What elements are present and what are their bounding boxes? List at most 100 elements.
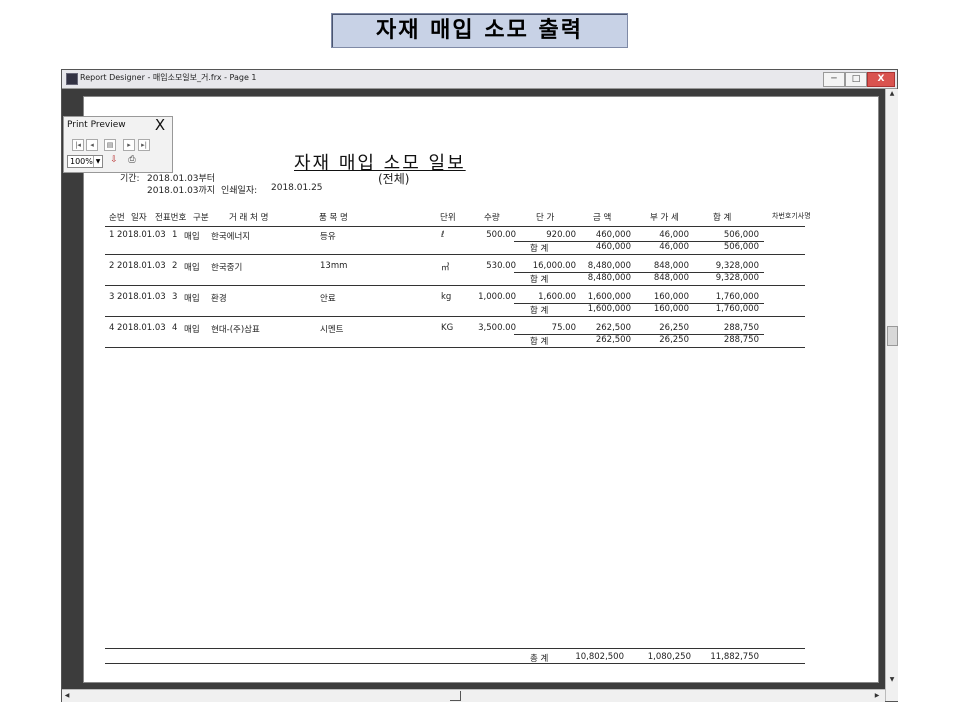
subtotal-total: 506,000 [723, 242, 759, 253]
maximize-button[interactable]: □ [845, 72, 867, 87]
row-slip: 4 [172, 323, 178, 333]
print-date: 2018.01.25 [271, 183, 323, 193]
row-unit: ℓ [441, 230, 445, 240]
row-vendor: 환경 [211, 294, 227, 304]
subtotal-label: 합 계 [530, 306, 549, 317]
row-date: 2018.01.03 [117, 292, 166, 302]
subtotal-amount: 1,600,000 [587, 304, 631, 315]
row-unit: kg [441, 292, 452, 302]
header-vendor: 거 래 처 명 [229, 213, 269, 223]
row-group-divider [105, 253, 805, 255]
grand-total-top-line [105, 648, 805, 649]
scroll-up-icon[interactable]: ▲ [887, 89, 897, 99]
subtotal-label: 합 계 [530, 337, 549, 348]
banner-title: 자재 매입 소모 출력 [376, 18, 583, 43]
row-price: 920.00 [546, 230, 576, 240]
header-unit: 단위 [440, 213, 456, 223]
subtotal-label: 합 계 [530, 275, 549, 286]
subtotal-amount: 262,500 [595, 335, 631, 346]
scroll-right-icon[interactable]: ▶ [872, 691, 882, 701]
page-setup-icon[interactable]: ▤ [104, 139, 116, 151]
vertical-scroll-thumb[interactable] [887, 326, 898, 346]
subtotal-total: 1,760,000 [715, 304, 759, 315]
prev-page-icon[interactable]: ◂ [86, 139, 98, 151]
scroll-down-icon[interactable]: ▼ [887, 675, 897, 685]
last-page-icon[interactable]: ▸| [138, 139, 150, 151]
row-seq: 4 [109, 323, 115, 333]
header-amount: 금 액 [593, 213, 612, 223]
row-type: 매입 [184, 263, 200, 273]
header-item: 품 목 명 [319, 213, 348, 223]
row-vendor: 한국중기 [211, 263, 243, 273]
report-subtitle: (전체) [378, 172, 410, 186]
row-group-divider [105, 315, 805, 317]
header-seq: 순번 [109, 213, 125, 223]
header-total: 합 계 [713, 213, 732, 223]
export-icon[interactable]: ⇩ [108, 155, 120, 166]
row-date: 2018.01.03 [117, 261, 166, 271]
row-vat: 848,000 [653, 261, 689, 271]
window-title: Report Designer - 매입소모일보_거.frx - Page 1 [80, 73, 257, 82]
row-vendor: 현대-(주)삼표 [211, 325, 260, 335]
first-page-icon[interactable]: |◂ [72, 139, 84, 151]
row-total: 288,750 [723, 323, 759, 333]
row-amount: 460,000 [595, 230, 631, 240]
row-seq: 1 [109, 230, 115, 240]
grand-total-amount: 10,802,500 [575, 652, 624, 662]
row-unit: ㎥ [441, 263, 450, 273]
subtotal-total: 288,750 [723, 335, 759, 346]
row-type: 매입 [184, 294, 200, 304]
grand-total-bottom-line [105, 663, 805, 664]
header-vat: 부 가 세 [650, 213, 679, 223]
zoom-select[interactable]: 100% ▼ [67, 155, 103, 168]
report-page: 자재 매입 소모 일보 (전체) 기간: 2018.01.03부터 2018.0… [83, 96, 879, 683]
app-icon [66, 73, 78, 85]
row-price: 75.00 [551, 323, 576, 333]
horizontal-scroll-thumb[interactable] [450, 691, 461, 701]
header-type: 구분 [193, 213, 209, 223]
row-vat: 160,000 [653, 292, 689, 302]
print-preview-title: Print Preview [67, 120, 126, 130]
scroll-left-icon[interactable]: ◀ [62, 691, 72, 701]
row-item: 등유 [320, 232, 336, 242]
close-button[interactable]: X [867, 72, 895, 87]
header-vehicle: 차번호기사명 [772, 212, 811, 220]
horizontal-scrollbar[interactable]: ◀ ▶ [62, 689, 885, 702]
window-titlebar[interactable]: Report Designer - 매입소모일보_거.frx - Page 1 … [62, 70, 897, 89]
zoom-value: 100% [70, 157, 93, 166]
print-preview-close-button[interactable]: X [151, 117, 169, 133]
row-vendor: 한국에너지 [211, 232, 251, 242]
row-qty: 3,500.00 [478, 323, 516, 333]
subtotal-vat: 26,250 [659, 335, 689, 346]
header-date: 일자 [131, 213, 147, 223]
header-slip: 전표번호 [155, 213, 187, 223]
row-item: 시멘트 [320, 325, 344, 335]
row-amount: 262,500 [595, 323, 631, 333]
row-vat: 46,000 [659, 230, 689, 240]
minimize-button[interactable]: ─ [823, 72, 845, 87]
header-divider [105, 226, 805, 227]
header-price: 단 가 [536, 213, 555, 223]
row-item: 13mm [320, 261, 348, 271]
row-unit: KG [441, 323, 454, 333]
row-price: 16,000.00 [532, 261, 576, 271]
row-amount: 1,600,000 [587, 292, 631, 302]
row-vat: 26,250 [659, 323, 689, 333]
row-qty: 1,000.00 [478, 292, 516, 302]
print-preview-toolbar: Print Preview X |◂ ◂ ▤ ▸ ▸| 100% ▼ ⇩ ⎙ [63, 116, 173, 173]
report-designer-window: Report Designer - 매입소모일보_거.frx - Page 1 … [61, 69, 898, 702]
subtotal-vat: 160,000 [653, 304, 689, 315]
row-date: 2018.01.03 [117, 230, 166, 240]
subtotal-amount: 460,000 [595, 242, 631, 253]
row-slip: 1 [172, 230, 178, 240]
chevron-down-icon: ▼ [93, 156, 102, 167]
next-page-icon[interactable]: ▸ [123, 139, 135, 151]
print-icon[interactable]: ⎙ [126, 155, 138, 166]
row-qty: 500.00 [486, 230, 516, 240]
subtotal-total: 9,328,000 [715, 273, 759, 284]
vertical-scrollbar[interactable]: ▲ ▼ [885, 89, 898, 701]
subtotal-amount: 8,480,000 [587, 273, 631, 284]
subtotal-vat: 848,000 [653, 273, 689, 284]
row-group-divider [105, 284, 805, 286]
row-qty: 530.00 [486, 261, 516, 271]
